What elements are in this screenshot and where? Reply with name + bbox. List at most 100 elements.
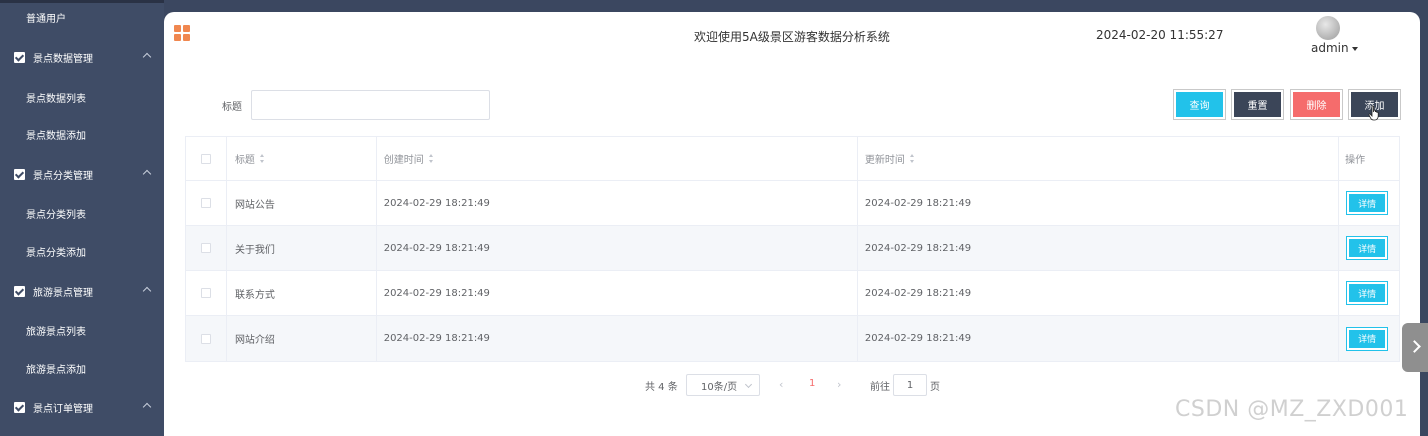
sort-icon — [909, 154, 915, 163]
search-title-label: 标题 — [222, 102, 242, 113]
cell-created: 2024-02-29 18:21:49 — [377, 316, 858, 361]
sidebar-item-label: 景点数据列表 — [26, 93, 86, 105]
avatar[interactable] — [1316, 16, 1340, 40]
header-updated[interactable]: 更新时间 — [858, 137, 1340, 180]
cell-updated: 2024-02-29 18:21:49 — [858, 181, 1340, 225]
row-select-cell — [186, 271, 227, 315]
sidebar: 普通用户 景点数据管理 景点数据列表 景点数据添加 景点分类管理 景点分类列表 … — [0, 0, 164, 436]
cell-updated: 2024-02-29 18:21:49 — [858, 226, 1340, 270]
sort-icon — [428, 154, 434, 163]
sort-icon — [259, 154, 265, 163]
column-label: 标题 — [234, 155, 255, 166]
sidebar-item-scenic-data-add[interactable]: 景点数据添加 — [0, 116, 164, 152]
sidebar-item-label: 景点数据添加 — [26, 130, 86, 142]
select-all-checkbox[interactable] — [200, 153, 211, 164]
cell-updated: 2024-02-29 18:21:49 — [858, 271, 1340, 315]
cell-created: 2024-02-29 18:21:49 — [377, 181, 858, 225]
cell-title: 关于我们 — [227, 226, 377, 270]
sidebar-item-scenic-category-list[interactable]: 景点分类列表 — [0, 195, 164, 231]
row-select-cell — [186, 181, 227, 225]
query-button[interactable]: 查询 — [1173, 89, 1226, 120]
cell-actions: 详情 — [1339, 316, 1399, 361]
checkbox-icon — [14, 401, 25, 413]
sidebar-group-scenic-category[interactable]: 景点分类管理 — [0, 156, 164, 192]
main-panel: 欢迎使用5A级景区游客数据分析系统 2024-02-20 11:55:27 ad… — [164, 12, 1420, 436]
chevron-right-icon — [1408, 340, 1421, 353]
user-menu[interactable]: admin — [1311, 41, 1358, 55]
cell-actions: 详情 — [1339, 181, 1399, 225]
cell-actions: 详情 — [1339, 226, 1399, 270]
pagination-total: 共 4 条 — [645, 382, 678, 393]
checkbox-icon — [14, 168, 25, 180]
page-suffix-label: 页 — [930, 382, 940, 393]
column-label: 操作 — [1345, 155, 1366, 166]
sidebar-item-scenic-data-list[interactable]: 景点数据列表 — [0, 79, 164, 115]
row-select-cell — [186, 316, 227, 361]
column-label: 更新时间 — [864, 155, 905, 166]
detail-button[interactable]: 详情 — [1346, 281, 1389, 305]
sidebar-item-label: 旅游景点列表 — [26, 326, 86, 338]
pagination: 共 4 条 10条/页 ‹ 1 › 前往 1 页 — [164, 374, 1420, 396]
cell-title: 网站公告 — [227, 181, 377, 225]
expand-panel-tab[interactable] — [1402, 323, 1428, 372]
sidebar-item-regular-user[interactable]: 普通用户 — [0, 0, 164, 34]
sidebar-group-label: 旅游景点管理 — [33, 287, 93, 299]
sidebar-item-scenic-category-add[interactable]: 景点分类添加 — [0, 233, 164, 269]
prev-page-button[interactable]: ‹ — [779, 378, 783, 391]
sidebar-group-scenic-order[interactable]: 景点订单管理 — [0, 389, 164, 425]
detail-button[interactable]: 详情 — [1346, 326, 1389, 351]
system-title: 欢迎使用5A级景区游客数据分析系统 — [694, 30, 890, 44]
header-select-cell — [186, 137, 227, 180]
current-datetime: 2024-02-20 11:55:27 — [1096, 28, 1224, 42]
checkbox-icon — [14, 285, 25, 297]
page-number-current[interactable]: 1 — [809, 378, 815, 389]
table-header-row: 标题 创建时间 更新时间 操作 — [186, 137, 1399, 181]
reset-button[interactable]: 重置 — [1231, 89, 1284, 120]
username: admin — [1311, 41, 1349, 55]
table-row: 关于我们 2024-02-29 18:21:49 2024-02-29 18:2… — [186, 226, 1399, 271]
top-bar: 欢迎使用5A级景区游客数据分析系统 2024-02-20 11:55:27 ad… — [164, 12, 1420, 68]
cell-created: 2024-02-29 18:21:49 — [377, 271, 858, 315]
cell-updated: 2024-02-29 18:21:49 — [858, 316, 1340, 361]
data-table: 标题 创建时间 更新时间 操作 网站公告 2024-02-29 18:21:49… — [185, 136, 1400, 362]
sidebar-group-label: 景点订单管理 — [33, 403, 93, 415]
goto-label: 前往 — [870, 382, 890, 393]
cell-actions: 详情 — [1339, 271, 1399, 315]
header-title[interactable]: 标题 — [227, 137, 377, 180]
chevron-up-icon — [142, 286, 152, 296]
detail-button[interactable]: 详情 — [1346, 191, 1389, 215]
sidebar-item-label: 旅游景点添加 — [26, 364, 86, 376]
sidebar-group-tourist-spot[interactable]: 旅游景点管理 — [0, 273, 164, 309]
menu-grid-icon[interactable] — [174, 25, 190, 41]
sidebar-group-label: 景点分类管理 — [33, 170, 93, 182]
table-row: 网站介绍 2024-02-29 18:21:49 2024-02-29 18:2… — [186, 316, 1399, 361]
search-title-input[interactable] — [251, 90, 490, 120]
sidebar-group-scenic-data[interactable]: 景点数据管理 — [0, 39, 164, 75]
delete-button[interactable]: 删除 — [1290, 89, 1343, 120]
header-created[interactable]: 创建时间 — [377, 137, 858, 180]
row-checkbox[interactable] — [200, 243, 211, 253]
sidebar-item-tourist-spot-list[interactable]: 旅游景点列表 — [0, 312, 164, 348]
watermark: CSDN @MZ_ZXD001 — [1175, 397, 1409, 422]
header-actions: 操作 — [1339, 137, 1399, 180]
page-size-select[interactable]: 10条/页 — [686, 374, 760, 396]
sidebar-item-label: 景点分类列表 — [26, 209, 86, 221]
table-row: 网站公告 2024-02-29 18:21:49 2024-02-29 18:2… — [186, 181, 1399, 226]
sidebar-item-label: 普通用户 — [26, 13, 66, 25]
checkbox-icon — [14, 51, 25, 63]
cell-title: 联系方式 — [227, 271, 377, 315]
cell-title: 网站介绍 — [227, 316, 377, 361]
row-select-cell — [186, 226, 227, 270]
row-checkbox[interactable] — [200, 333, 211, 344]
next-page-button[interactable]: › — [837, 378, 841, 391]
sidebar-item-tourist-spot-add[interactable]: 旅游景点添加 — [0, 350, 164, 386]
caret-down-icon — [1351, 46, 1358, 51]
row-checkbox[interactable] — [200, 198, 211, 208]
goto-page-input[interactable]: 1 — [893, 374, 927, 396]
row-checkbox[interactable] — [200, 288, 211, 298]
cell-created: 2024-02-29 18:21:49 — [377, 226, 858, 270]
chevron-up-icon — [142, 169, 152, 179]
table-row: 联系方式 2024-02-29 18:21:49 2024-02-29 18:2… — [186, 271, 1399, 316]
detail-button[interactable]: 详情 — [1346, 236, 1389, 260]
column-label: 创建时间 — [383, 155, 424, 166]
